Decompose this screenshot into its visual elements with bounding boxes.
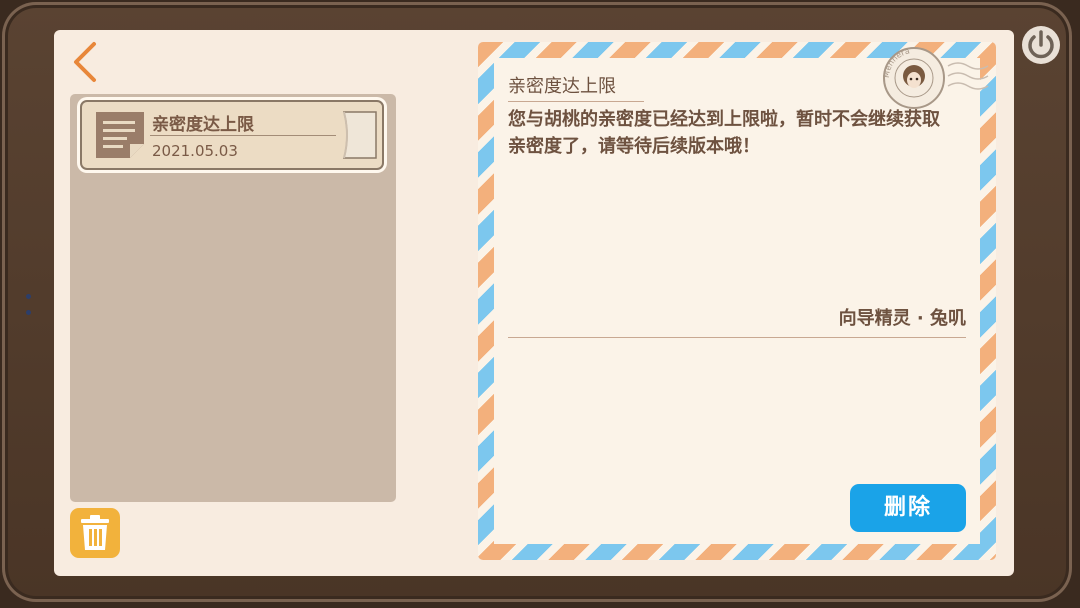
mail-list-panel: 亲密度达上限 2021.05.03 bbox=[70, 94, 396, 502]
letter-icon bbox=[96, 112, 144, 158]
letter-title: 亲密度达上限 bbox=[508, 76, 616, 97]
mail-item-date: 2021.05.03 bbox=[152, 142, 238, 160]
avatar-stamp-icon: Menhera bbox=[882, 46, 945, 109]
mail-item-title: 亲密度达上限 bbox=[152, 115, 254, 135]
delete-button[interactable]: 删除 bbox=[850, 484, 966, 532]
letter-panel: 亲密度达上限 您与胡桃的亲密度已经达到上限啦，暂时不会继续获取亲密度了，请等待后… bbox=[478, 42, 996, 560]
postmark-lines-icon bbox=[947, 62, 989, 90]
camera-dot bbox=[26, 310, 31, 315]
trash-icon bbox=[81, 515, 109, 550]
back-chevron-icon[interactable] bbox=[68, 40, 102, 84]
letter-title-underline bbox=[508, 101, 644, 102]
mail-item-divider bbox=[150, 135, 336, 136]
page-curl-icon bbox=[343, 111, 377, 159]
power-icon[interactable] bbox=[1020, 24, 1062, 66]
signature-line bbox=[508, 337, 966, 338]
letter-signature: 向导精灵 · 兔叽 bbox=[838, 308, 966, 329]
mail-screen: 亲密度达上限 2021.05.03 亲密度达上限 您与胡桃的亲密度已经达到上限啦… bbox=[54, 30, 1014, 576]
letter-body: 您与胡桃的亲密度已经达到上限啦，暂时不会继续获取亲密度了，请等待后续版本哦！ bbox=[508, 109, 940, 157]
mail-list-item[interactable]: 亲密度达上限 2021.05.03 bbox=[80, 100, 384, 170]
camera-dot bbox=[26, 294, 31, 299]
trash-button[interactable] bbox=[70, 508, 120, 558]
